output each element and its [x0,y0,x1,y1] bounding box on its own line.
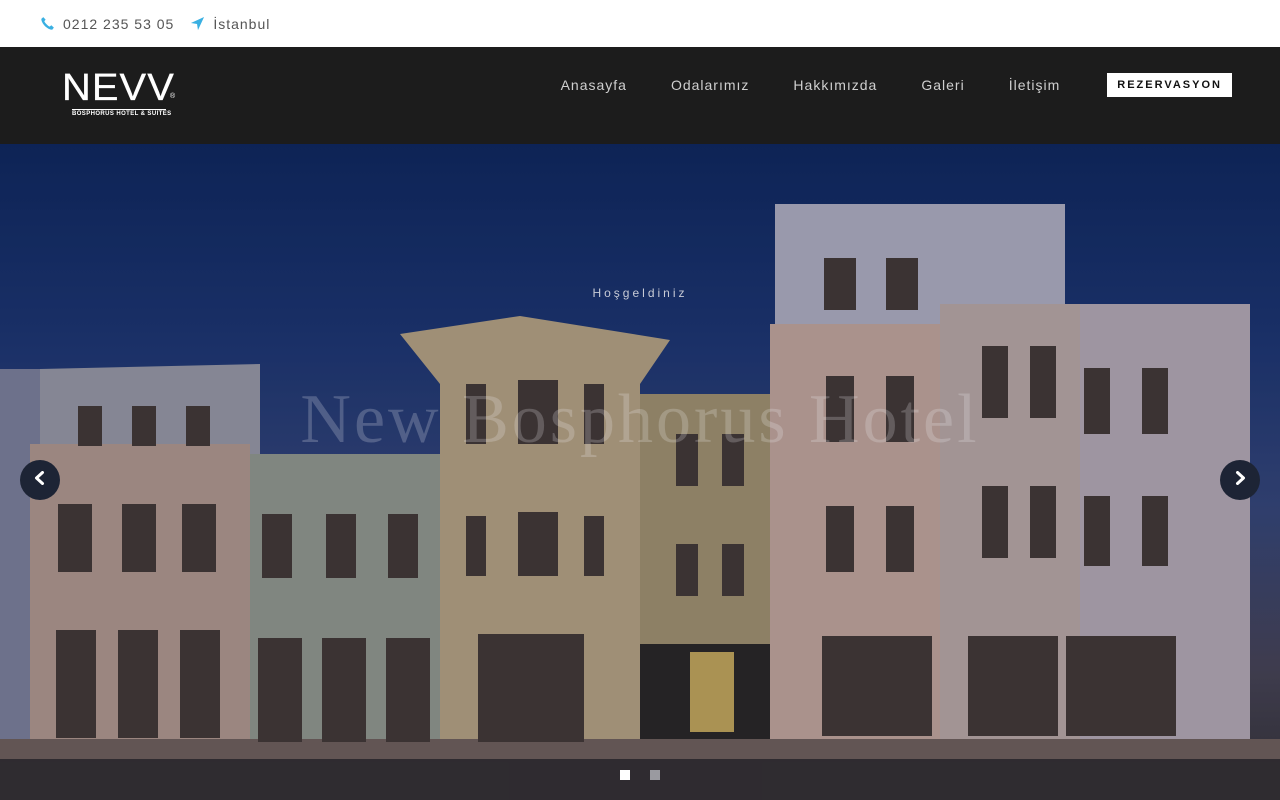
nav-item-iletisim[interactable]: İletişim [1009,77,1061,93]
hero-welcome-text: Hoşgeldiniz [592,286,688,300]
nav-menu: Anasayfa Odalarımız Hakkımızda Galeri İl… [561,73,1232,97]
chevron-right-icon [1233,470,1247,490]
phone-icon [40,16,55,31]
reservation-button[interactable]: REZERVASYON [1107,73,1232,97]
slider-prev-button[interactable] [20,460,60,500]
hotel-logo[interactable]: NEVV ® BOSPHORUS HOTEL & SUITES [62,69,182,121]
hero-slider: Hoşgeldiniz New Bosphorus Hotel [0,144,1280,800]
location-text: İstanbul [213,15,271,32]
slider-dot-1[interactable] [620,770,630,780]
hero-overlay [0,144,1280,800]
location-contact[interactable]: İstanbul [190,16,270,32]
phone-number: 0212 235 53 05 [63,15,175,32]
phone-contact[interactable]: 0212 235 53 05 [40,16,174,32]
nav-item-galeri[interactable]: Galeri [921,77,964,93]
slider-next-button[interactable] [1220,460,1260,500]
hero-headline: New Bosphorus Hotel [300,381,980,458]
top-contact-bar: 0212 235 53 05 İstanbul [0,0,1280,47]
main-navigation: NEVV ® BOSPHORUS HOTEL & SUITES Anasayfa… [0,47,1280,144]
chevron-left-icon [33,470,47,490]
nav-item-hakkimizda[interactable]: Hakkımızda [793,77,877,93]
nav-item-odalarimiz[interactable]: Odalarımız [671,77,749,93]
slider-dot-2[interactable] [650,770,660,780]
registered-mark: ® [170,93,176,100]
location-arrow-icon [190,16,205,31]
slider-pagination [620,770,660,780]
nav-item-anasayfa[interactable]: Anasayfa [561,77,627,93]
logo-subtitle: BOSPHORUS HOTEL & SUITES [72,109,172,117]
